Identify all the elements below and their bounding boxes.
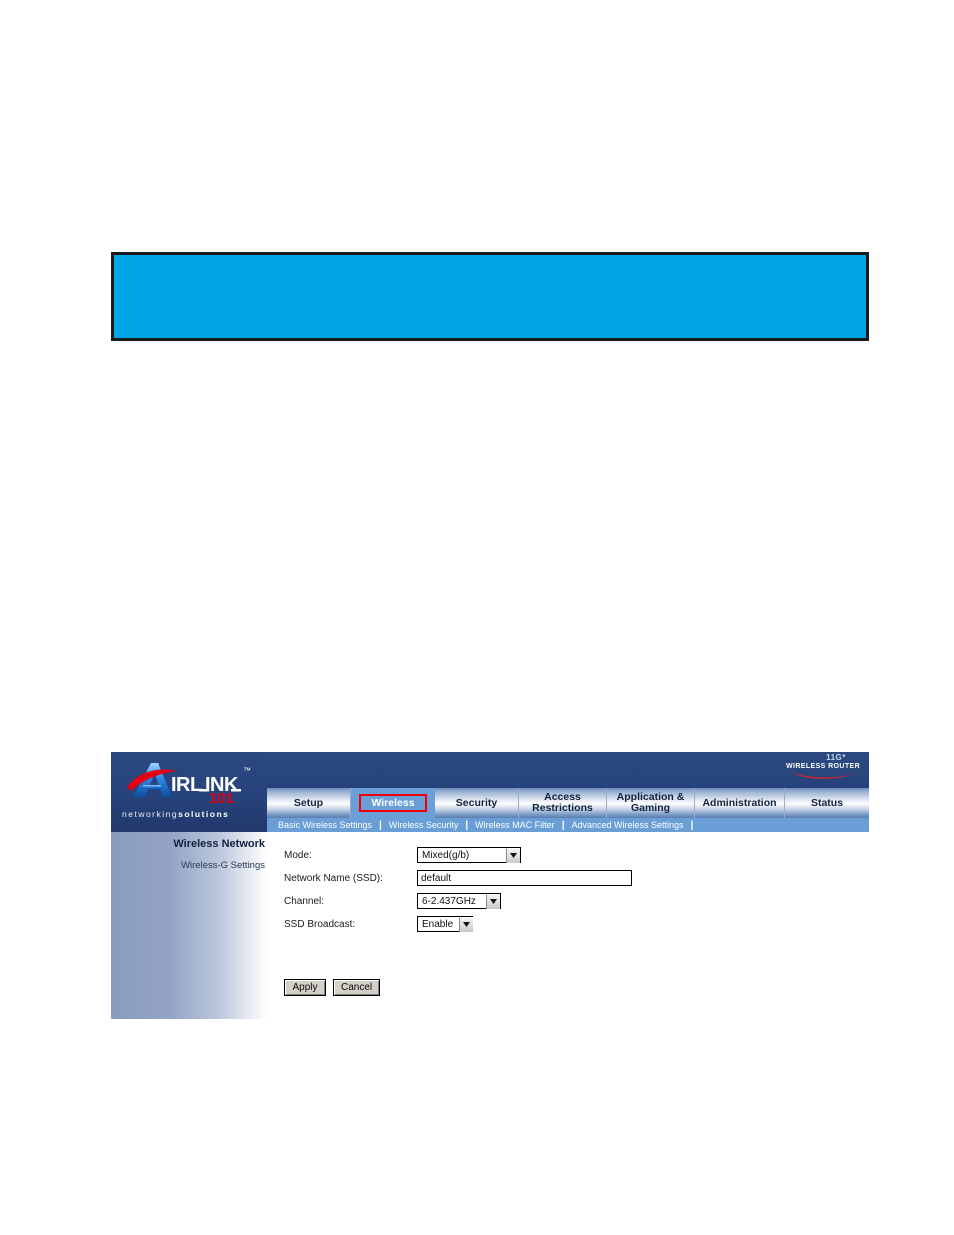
router-body: Wireless Network Wireless-G Settings Mod…	[111, 832, 869, 1019]
tab-setup[interactable]: Setup	[267, 788, 351, 818]
tab-security-label: Security	[455, 796, 498, 809]
subnav-item-wireless-security[interactable]: Wireless Security	[383, 820, 465, 830]
tab-security[interactable]: Security	[435, 788, 519, 818]
sidebar-subtitle: Wireless-G Settings	[181, 860, 265, 871]
chevron-down-icon[interactable]	[506, 847, 520, 863]
channel-label: Channel:	[284, 895, 325, 907]
tab-wireless-label: Wireless	[359, 794, 427, 812]
airlink-logo: IRL INK ™ 101	[125, 757, 261, 805]
mode-label: Mode:	[284, 849, 312, 861]
subnav-item-advanced-wireless-settings[interactable]: Advanced Wireless Settings	[566, 820, 690, 830]
form-row-network-name: Network Name (SSD):	[284, 869, 844, 887]
channel-select[interactable]: 6-2.437GHz	[417, 893, 501, 909]
form-row-channel: Channel: 6-2.437GHz	[284, 892, 844, 910]
tab-access-line2: Restrictions	[532, 802, 593, 814]
tab-status-label: Status	[810, 796, 844, 809]
form-row-ssd-broadcast: SSD Broadcast: Enable	[284, 915, 844, 933]
sub-navigation-bar: Basic Wireless Settings | Wireless Secur…	[267, 818, 869, 832]
main-tab-bar: Setup Wireless Security Access Restricti…	[267, 788, 869, 818]
sidebar-title: Wireless Network	[173, 838, 265, 850]
subnav-separator: |	[690, 819, 694, 831]
tab-app-line2: Gaming	[630, 802, 671, 814]
ssd-broadcast-label: SSD Broadcast:	[284, 918, 356, 930]
tagline-solutions: solutions	[178, 809, 230, 819]
chevron-down-icon[interactable]	[486, 893, 500, 909]
blue-callout-box	[111, 252, 869, 341]
ssd-broadcast-select[interactable]: Enable	[417, 916, 474, 932]
svg-text:101: 101	[209, 790, 234, 805]
router-admin-ui: IRL INK ™ 101 networkingsolutions 11G* W…	[111, 752, 869, 1019]
mode-select[interactable]: Mixed(g/b)	[417, 847, 521, 863]
tab-administration[interactable]: Administration	[695, 788, 785, 818]
mode-select-value: Mixed(g/b)	[422, 849, 470, 861]
svg-text:IRL: IRL	[171, 774, 202, 796]
cancel-button[interactable]: Cancel	[333, 979, 381, 996]
network-name-label: Network Name (SSD):	[284, 872, 383, 884]
subnav-item-basic-wireless-settings[interactable]: Basic Wireless Settings	[272, 820, 378, 830]
product-model-label: 11G*	[805, 754, 867, 762]
ssd-broadcast-select-value: Enable	[422, 918, 454, 930]
router-header: IRL INK ™ 101 networkingsolutions 11G* W…	[111, 752, 869, 832]
form-row-mode: Mode: Mixed(g/b)	[284, 846, 844, 864]
product-badge: 11G* WIRELESS ROUTER	[779, 754, 867, 784]
tab-setup-label: Setup	[293, 796, 324, 809]
tab-status[interactable]: Status	[785, 788, 869, 818]
brand-tagline: networkingsolutions	[122, 809, 268, 819]
channel-select-value: 6-2.437GHz	[422, 895, 476, 907]
apply-button[interactable]: Apply	[284, 979, 326, 996]
product-model-star: *	[842, 753, 846, 762]
sidebar-panel: Wireless Network Wireless-G Settings	[111, 832, 267, 1019]
product-type-label: WIRELESS ROUTER	[785, 763, 861, 770]
form-button-row: Apply Cancel	[284, 979, 381, 996]
tab-wireless[interactable]: Wireless	[351, 788, 435, 818]
subnav-item-wireless-mac-filter[interactable]: Wireless MAC Filter	[469, 820, 561, 830]
tab-application-gaming[interactable]: Application & Gaming	[607, 788, 695, 818]
product-model-text: 11G	[826, 753, 843, 762]
tab-administration-label: Administration	[702, 796, 777, 809]
network-name-input[interactable]	[417, 870, 632, 886]
tagline-networking: networking	[122, 809, 179, 819]
chevron-down-icon[interactable]	[459, 916, 474, 932]
brand-block: IRL INK ™ 101 networkingsolutions	[111, 752, 267, 832]
svg-text:™: ™	[243, 766, 251, 775]
swoosh-icon	[790, 772, 856, 779]
settings-form: Mode: Mixed(g/b) Network Name (SSD): Cha…	[267, 832, 869, 1019]
tab-access-restrictions[interactable]: Access Restrictions	[519, 788, 607, 818]
